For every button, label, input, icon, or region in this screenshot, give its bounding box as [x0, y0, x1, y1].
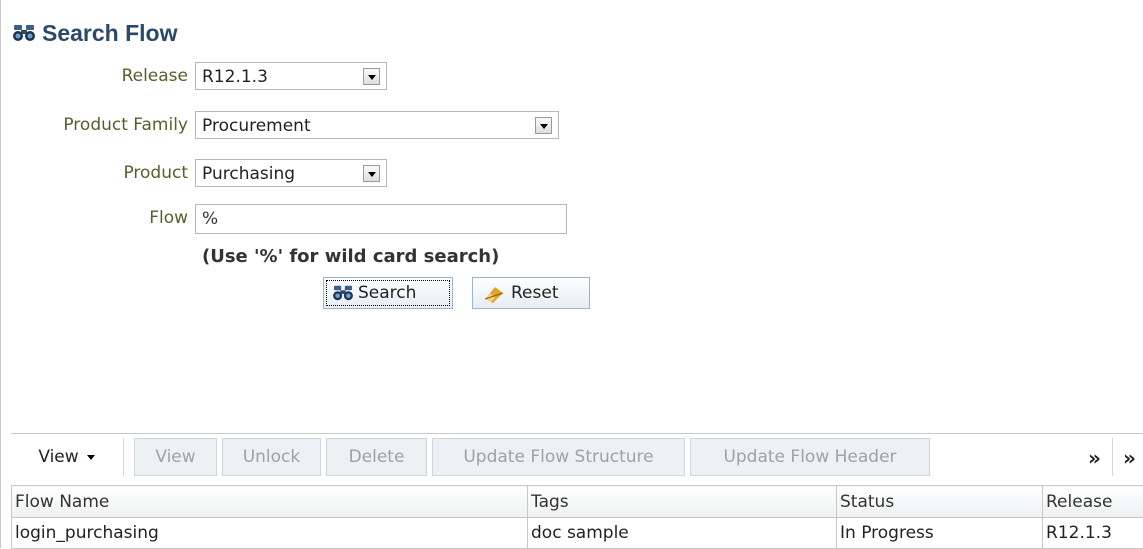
release-label: Release	[122, 66, 188, 86]
search-button-label: Search	[358, 283, 416, 303]
delete-button-label: Delete	[349, 447, 405, 467]
column-header-tags[interactable]: Tags	[528, 486, 837, 518]
chevron-down-icon	[87, 455, 95, 460]
product-family-select[interactable]: Procurement	[195, 111, 559, 139]
column-header-release[interactable]: Release	[1043, 486, 1143, 518]
search-button[interactable]: Search	[323, 277, 453, 309]
update-flow-structure-label: Update Flow Structure	[463, 447, 653, 467]
status-cell: In Progress	[837, 518, 1043, 549]
chevron-down-icon[interactable]	[363, 68, 380, 85]
column-header-status[interactable]: Status	[837, 486, 1043, 518]
chevron-down-icon[interactable]	[535, 117, 552, 134]
release-cell: R12.1.3	[1043, 518, 1143, 549]
binoculars-icon	[12, 23, 36, 43]
eraser-icon	[481, 283, 507, 303]
unlock-button-label: Unlock	[243, 447, 301, 467]
flow-input[interactable]	[196, 205, 566, 233]
column-header-flow-name[interactable]: Flow Name	[12, 486, 528, 518]
reset-button-label: Reset	[511, 283, 559, 303]
more-actions-icon[interactable]: »	[1123, 446, 1136, 470]
results-toolbar: View View Unlock Delete Update Flow Stru…	[11, 433, 1143, 480]
update-flow-header-button[interactable]: Update Flow Header	[690, 438, 930, 476]
flow-field[interactable]	[195, 204, 567, 234]
product-label: Product	[123, 163, 188, 183]
chevron-down-icon[interactable]	[363, 165, 380, 182]
product-family-value: Procurement	[202, 116, 311, 136]
release-select[interactable]: R12.1.3	[195, 62, 387, 90]
page-title: Search Flow	[12, 18, 177, 48]
product-select[interactable]: Purchasing	[195, 159, 387, 187]
unlock-button[interactable]: Unlock	[222, 438, 321, 476]
tags-cell: doc sample	[528, 518, 837, 549]
view-menu[interactable]: View	[19, 438, 114, 476]
product-value: Purchasing	[202, 164, 295, 184]
view-button-label: View	[155, 447, 195, 467]
reset-button[interactable]: Reset	[472, 277, 590, 309]
more-actions-icon[interactable]: »	[1088, 446, 1101, 470]
binoculars-icon	[332, 284, 354, 302]
flow-label: Flow	[149, 208, 188, 228]
delete-button[interactable]: Delete	[326, 438, 427, 476]
table-header-row: Flow Name Tags Status Release	[12, 486, 1143, 518]
release-value: R12.1.3	[202, 67, 268, 87]
update-flow-header-label: Update Flow Header	[723, 447, 896, 467]
product-family-label: Product Family	[63, 115, 188, 135]
flow-row: Flow	[0, 204, 1143, 234]
view-menu-label: View	[38, 447, 78, 467]
page-title-text: Search Flow	[42, 20, 177, 47]
view-button[interactable]: View	[134, 438, 217, 476]
release-row: Release R12.1.3	[0, 62, 1143, 92]
toolbar-separator	[1112, 438, 1113, 476]
product-row: Product Purchasing	[0, 159, 1143, 189]
table-row[interactable]: login_purchasing doc sample In Progress …	[12, 518, 1143, 549]
toolbar-separator	[123, 438, 124, 476]
flow-name-cell[interactable]: login_purchasing	[12, 518, 528, 549]
wildcard-hint: (Use '%' for wild card search)	[202, 246, 499, 267]
update-flow-structure-button[interactable]: Update Flow Structure	[432, 438, 685, 476]
results-table: Flow Name Tags Status Release login_purc…	[11, 485, 1143, 549]
product-family-row: Product Family Procurement	[0, 111, 1143, 141]
